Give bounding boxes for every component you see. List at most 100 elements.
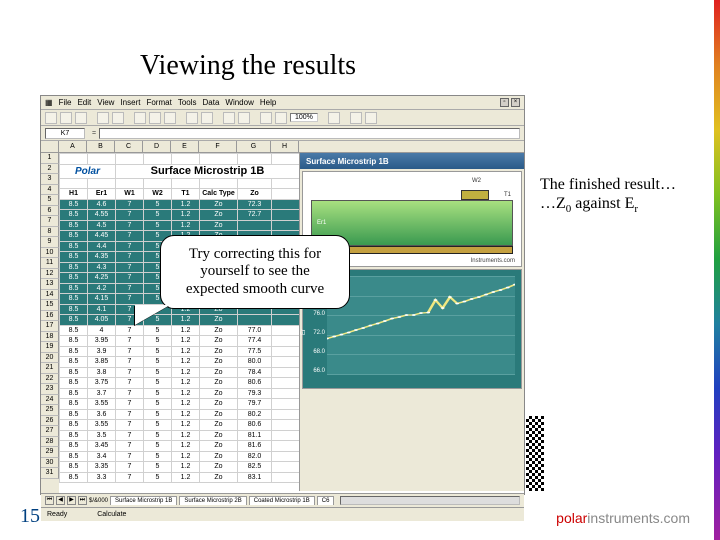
embedded-panel: Surface Microstrip 1B W2 T1 Er1 Instrume… (299, 153, 524, 491)
row-header[interactable]: 11 (41, 258, 59, 269)
help-icon[interactable] (328, 112, 340, 124)
col-header[interactable]: F (199, 141, 237, 152)
row-header[interactable]: 19 (41, 342, 59, 353)
row-header[interactable]: 30 (41, 458, 59, 469)
slide-title: Viewing the results (140, 50, 680, 82)
row-header[interactable]: 28 (41, 437, 59, 448)
col-header[interactable]: C (115, 141, 143, 152)
row-header[interactable]: 20 (41, 353, 59, 364)
row-header[interactable]: 23 (41, 384, 59, 395)
select-all-corner[interactable] (41, 141, 59, 152)
open-icon[interactable] (60, 112, 72, 124)
menu-insert[interactable]: Insert (120, 98, 140, 107)
sheet-tab[interactable]: Surface Microstrip 1B (110, 496, 177, 505)
row-header[interactable]: 22 (41, 374, 59, 385)
tab-prev-icon[interactable]: ◀ (56, 496, 65, 505)
row-header[interactable]: 29 (41, 447, 59, 458)
tab-last-icon[interactable]: ⏭ (78, 496, 87, 505)
cut-icon[interactable] (134, 112, 146, 124)
save-icon[interactable] (75, 112, 87, 124)
calc-icon[interactable] (350, 112, 362, 124)
col-header[interactable]: B (87, 141, 115, 152)
formula-input[interactable] (99, 128, 520, 139)
col-header[interactable]: E (171, 141, 199, 152)
row-header[interactable]: 14 (41, 290, 59, 301)
restore-icon[interactable]: ▫ (500, 98, 509, 107)
row-header[interactable]: 31 (41, 468, 59, 479)
ytick: 76.0 (305, 311, 325, 317)
status-calculate: Calculate (97, 511, 126, 518)
menu-tools[interactable]: Tools (178, 98, 197, 107)
app-icon: ▦ (45, 98, 53, 107)
row-header[interactable]: 26 (41, 416, 59, 427)
sheet-tab[interactable]: C6 (317, 496, 335, 505)
row-header[interactable]: 1 (41, 153, 59, 164)
checker-decoration (526, 416, 544, 491)
row-header[interactable]: 16 (41, 311, 59, 322)
sort-asc-icon[interactable] (223, 112, 235, 124)
menu-edit[interactable]: Edit (77, 98, 91, 107)
menu-format[interactable]: Format (146, 98, 171, 107)
drawing-icon[interactable] (275, 112, 287, 124)
annot-line1: The finished result… (540, 175, 690, 194)
print-icon[interactable] (97, 112, 109, 124)
row-header[interactable]: 2 (41, 164, 59, 175)
close-icon[interactable]: × (511, 98, 520, 107)
row-header[interactable]: 13 (41, 279, 59, 290)
sheet-tab[interactable]: Surface Microstrip 2B (179, 496, 246, 505)
row-header[interactable]: 24 (41, 395, 59, 406)
menu-file[interactable]: File (59, 98, 72, 107)
col-header[interactable]: D (143, 141, 171, 152)
row-header[interactable]: 18 (41, 332, 59, 343)
smn-indicator: $/&000 (89, 498, 108, 504)
fx-label: = (92, 130, 96, 137)
col-header[interactable]: G (237, 141, 271, 152)
annotation-right: The finished result… …Z0 against Er (540, 175, 690, 217)
config-icon[interactable] (365, 112, 377, 124)
row-header[interactable]: 6 (41, 206, 59, 217)
row-header[interactable]: 9 (41, 237, 59, 248)
row-header[interactable]: 27 (41, 426, 59, 437)
row-header[interactable]: 3 (41, 174, 59, 185)
name-box[interactable]: K7 (45, 128, 85, 139)
row-header[interactable]: 4 (41, 185, 59, 196)
embedded-titlebar: Surface Microstrip 1B (300, 153, 524, 169)
row-header[interactable]: 12 (41, 269, 59, 280)
chart-ylabel: Er (301, 329, 307, 335)
zoom-level[interactable]: 100% (290, 113, 318, 122)
row-header[interactable]: 8 (41, 227, 59, 238)
brand-suffix: instruments.com (587, 510, 690, 526)
row-header[interactable]: 17 (41, 321, 59, 332)
col-header[interactable]: A (59, 141, 87, 152)
menu-window[interactable]: Window (225, 98, 253, 107)
menu-data[interactable]: Data (203, 98, 220, 107)
row-header[interactable]: 7 (41, 216, 59, 227)
menu-view[interactable]: View (97, 98, 114, 107)
row-header[interactable]: 5 (41, 195, 59, 206)
copy-icon[interactable] (149, 112, 161, 124)
tab-first-icon[interactable]: ⏮ (45, 496, 54, 505)
dim-t1: T1 (504, 192, 511, 198)
sheet-tab[interactable]: Coated Microstrip 1B (249, 496, 315, 505)
row-header[interactable]: 15 (41, 300, 59, 311)
row-headers: 1234567891011121314151617181920212223242… (41, 153, 59, 493)
paste-icon[interactable] (164, 112, 176, 124)
col-header[interactable]: H (271, 141, 299, 152)
redo-icon[interactable] (201, 112, 213, 124)
hscrollbar[interactable] (340, 496, 520, 505)
preview-icon[interactable] (112, 112, 124, 124)
tab-next-icon[interactable]: ▶ (67, 496, 76, 505)
row-header[interactable]: 21 (41, 363, 59, 374)
annot-line2: …Z0 against Er (540, 194, 690, 216)
dim-er1: Er1 (317, 220, 326, 226)
brand-prefix: polar (556, 510, 587, 526)
row-header[interactable]: 25 (41, 405, 59, 416)
chart-icon[interactable] (260, 112, 272, 124)
undo-icon[interactable] (186, 112, 198, 124)
menu-help[interactable]: Help (260, 98, 276, 107)
new-icon[interactable] (45, 112, 57, 124)
cells-grid[interactable]: PolarSurface Microstrip 1BH1Er1W1W2T1Cal… (59, 153, 300, 493)
sort-desc-icon[interactable] (238, 112, 250, 124)
formula-bar: K7 = (41, 126, 524, 141)
row-header[interactable]: 10 (41, 248, 59, 259)
